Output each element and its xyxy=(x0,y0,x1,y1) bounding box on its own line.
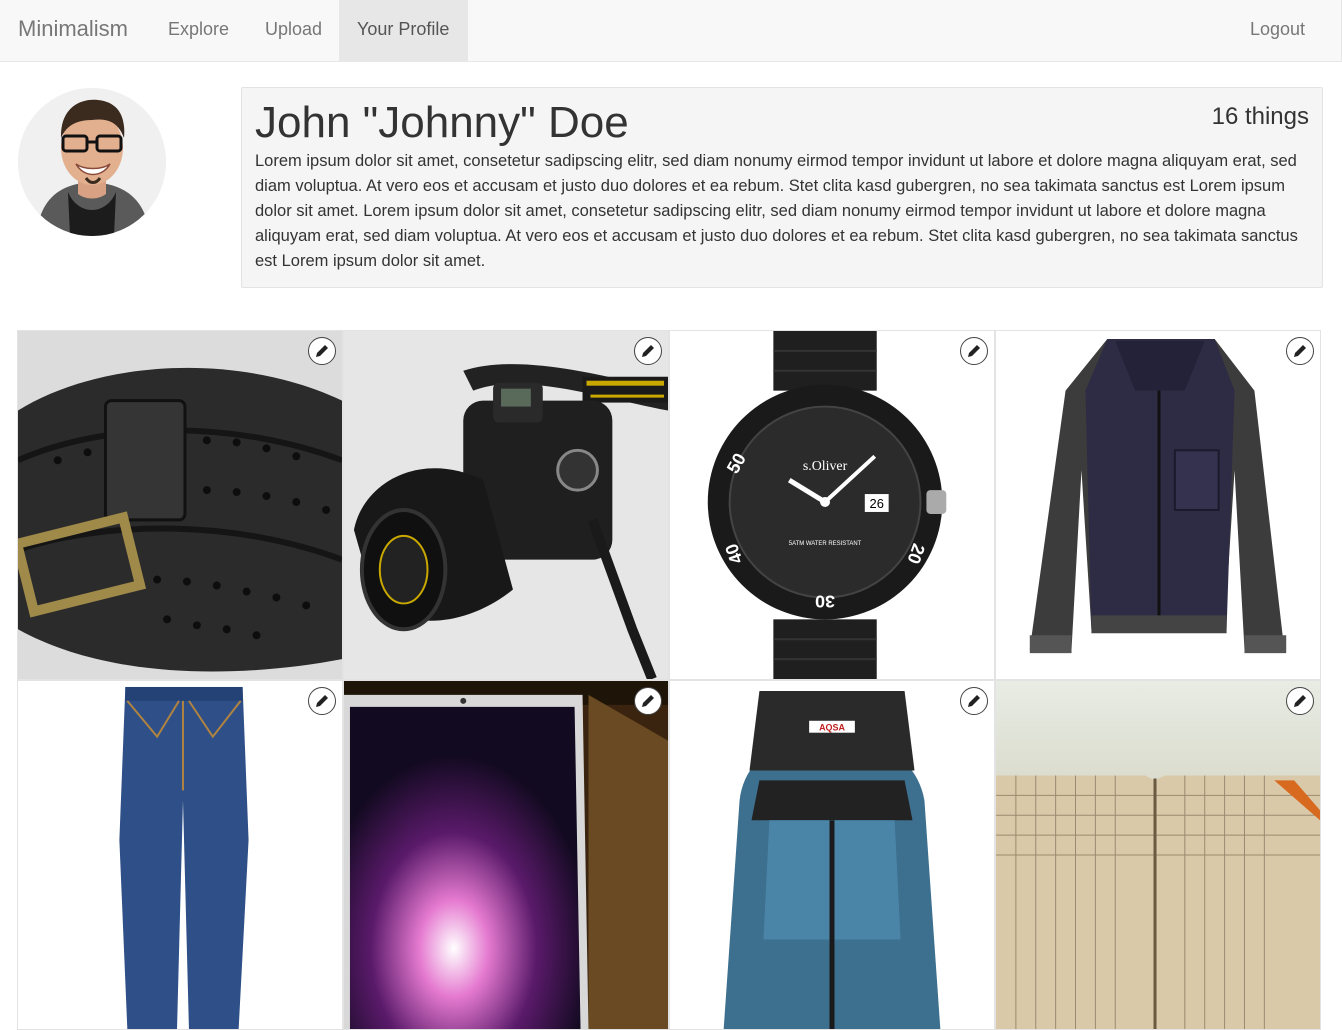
notebook-photo xyxy=(996,681,1320,1029)
watch-brand: s.Oliver xyxy=(803,459,848,474)
edit-thing-button[interactable] xyxy=(634,687,662,715)
belt-photo xyxy=(18,331,342,679)
navbar: Minimalism Explore Upload Your Profile L… xyxy=(0,0,1342,62)
watch-text: 5ATM WATER RESISTANT xyxy=(789,541,862,547)
thing-tile-laptop[interactable] xyxy=(343,680,669,1030)
nav-upload[interactable]: Upload xyxy=(247,0,340,61)
avatar-image xyxy=(18,88,166,236)
thing-tile-notebook[interactable] xyxy=(995,680,1321,1030)
profile-bio: Lorem ipsum dolor sit amet, consetetur s… xyxy=(255,152,1298,270)
pencil-icon xyxy=(316,695,328,707)
pencil-icon xyxy=(642,695,654,707)
things-grid: 50 40 30 20 s.Oliver 5ATM WATER RESISTAN… xyxy=(17,330,1323,1030)
thing-tile-belt[interactable] xyxy=(17,330,343,680)
watch-date: 26 xyxy=(870,496,884,511)
jacket-photo xyxy=(996,331,1320,679)
edit-thing-button[interactable] xyxy=(1286,687,1314,715)
thing-tile-jacket[interactable] xyxy=(995,330,1321,680)
nav-logout[interactable]: Logout xyxy=(1232,0,1323,61)
thing-tile-camera[interactable] xyxy=(343,330,669,680)
camera-photo xyxy=(344,331,668,679)
pencil-icon xyxy=(316,345,328,357)
edit-thing-button[interactable] xyxy=(308,337,336,365)
laptop-photo xyxy=(344,681,668,1029)
avatar xyxy=(18,88,166,236)
pencil-icon xyxy=(968,695,980,707)
thing-tile-watch[interactable]: 50 40 30 20 s.Oliver 5ATM WATER RESISTAN… xyxy=(669,330,995,680)
edit-thing-button[interactable] xyxy=(634,337,662,365)
backpack-photo: AQSA xyxy=(670,681,994,1029)
bag-label: AQSA xyxy=(819,723,845,733)
brand-logo[interactable]: Minimalism xyxy=(18,16,128,42)
edit-thing-button[interactable] xyxy=(1286,337,1314,365)
edit-thing-button[interactable] xyxy=(308,687,336,715)
pencil-icon xyxy=(1294,345,1306,357)
pencil-icon xyxy=(1294,695,1306,707)
nav-your-profile[interactable]: Your Profile xyxy=(339,0,468,61)
thing-count: 16 things xyxy=(1211,103,1309,130)
pencil-icon xyxy=(642,345,654,357)
jeans-photo xyxy=(18,681,342,1029)
nav-explore[interactable]: Explore xyxy=(150,0,247,61)
watch-photo: 50 40 30 20 s.Oliver 5ATM WATER RESISTAN… xyxy=(670,331,994,679)
pencil-icon xyxy=(968,345,980,357)
bezel-number: 30 xyxy=(815,591,835,611)
edit-thing-button[interactable] xyxy=(960,337,988,365)
thing-tile-backpack[interactable]: AQSA xyxy=(669,680,995,1030)
profile-name: John "Johnny" Doe xyxy=(255,98,629,147)
edit-thing-button[interactable] xyxy=(960,687,988,715)
profile-bio-box: John "Johnny" Doe 16 things Lorem ipsum … xyxy=(241,87,1323,288)
thing-tile-jeans[interactable] xyxy=(17,680,343,1030)
